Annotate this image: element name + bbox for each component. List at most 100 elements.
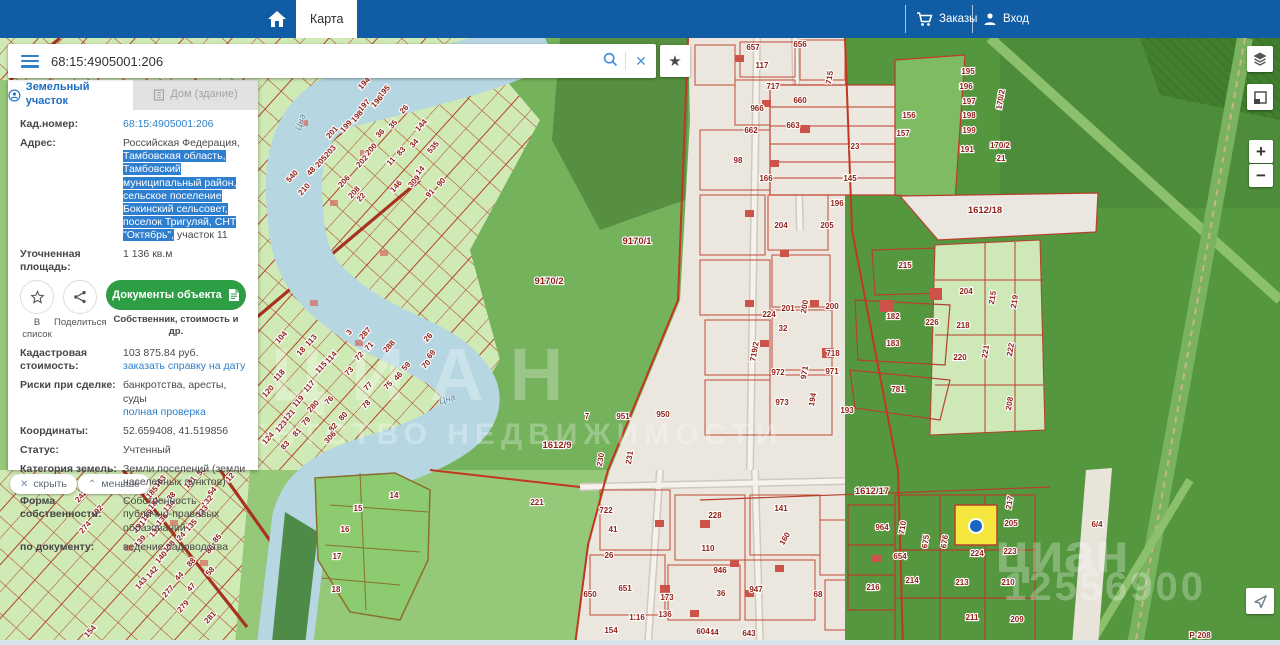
address-highlighted: Тамбовская область, Тамбовский муниципал… — [123, 150, 236, 241]
menu-icon[interactable] — [21, 55, 39, 68]
parcel-label: 157 — [896, 129, 910, 138]
tab-house-label: Дом (здание) — [170, 88, 237, 102]
selected-parcel-marker — [969, 519, 983, 533]
parcel-label: 191 — [960, 145, 974, 154]
parcel-label: 210 — [1001, 578, 1015, 587]
parcel-label: 1612/17 — [855, 486, 889, 497]
parcel-label: 966 — [750, 104, 764, 113]
parcel-label: 1612/9 — [542, 440, 571, 451]
parcel-label: 946 — [713, 566, 727, 575]
parcel-label: 218 — [956, 321, 970, 330]
parcel-label: 950 — [656, 410, 670, 419]
parcel-label: 947 — [749, 585, 763, 594]
parcel-label: 215 — [898, 261, 912, 270]
zoom-in-button[interactable]: + — [1249, 140, 1273, 163]
layers-button[interactable] — [1247, 46, 1273, 72]
kad-number-row: Кад.номер: 68:15:4905001:206 — [20, 118, 246, 131]
parcel-label: 226 — [925, 318, 939, 327]
order-certificate-link[interactable]: заказать справку на дату — [123, 360, 246, 373]
parcel-label: 197 — [962, 97, 976, 106]
search-bar[interactable]: 68:15:4905001:206 ✕ — [8, 44, 656, 78]
parcel-label: 26 — [605, 551, 614, 560]
parcel-label: 221 — [530, 498, 544, 507]
panel-actions: В список Поделиться Документы объекта Со… — [20, 280, 246, 341]
person-icon — [8, 89, 21, 102]
parcel-label: 1.16 — [629, 613, 645, 622]
detail-row: Риски при сделке: банкротства, аресты, с… — [20, 379, 246, 418]
parcel-label: 964 — [875, 523, 889, 532]
parcel-label: 663 — [786, 121, 800, 130]
parcel-label: 662 — [744, 126, 758, 135]
zoom-out-button[interactable]: − — [1249, 164, 1273, 187]
parcel-label: 643 — [742, 629, 756, 638]
tab-house-building[interactable]: Дом (здание) — [133, 80, 258, 110]
parcel-label: 18 — [332, 585, 341, 594]
login-label: Вход — [1003, 13, 1029, 25]
parcel-label: 183 — [886, 339, 900, 348]
parcel-label: 200 — [825, 302, 839, 311]
kad-number-link[interactable]: 68:15:4905001:206 — [123, 118, 246, 131]
parcel-label: 951 — [616, 412, 630, 421]
detail-row: Форма собственности: Собственность публи… — [20, 495, 246, 534]
add-to-list-button[interactable]: В список — [20, 280, 54, 341]
address-row: Адрес: Российская Федерация, Тамбовская … — [20, 137, 246, 242]
parcel-label: 224 — [970, 549, 984, 558]
parcel-label: 173 — [660, 593, 674, 602]
parcel-label: 156 — [902, 111, 916, 120]
measure-area-button[interactable] — [1247, 84, 1273, 110]
parcel-label: 198 — [962, 111, 976, 120]
tab-map[interactable]: Карта — [296, 0, 357, 38]
parcel-label: 656 — [793, 40, 807, 49]
parcel-label: 32 — [779, 324, 788, 333]
parcel-label: 196 — [830, 199, 844, 208]
parcel-label: 21 — [997, 154, 1006, 163]
detail-row: Категория земель: Земли поселений (земли… — [20, 463, 246, 489]
orders-button[interactable]: Заказы — [916, 0, 977, 38]
full-check-link[interactable]: полная проверка — [123, 406, 246, 419]
parcel-label: 213 — [955, 578, 969, 587]
search-icon[interactable] — [595, 52, 625, 70]
login-button[interactable]: Вход — [983, 0, 1029, 38]
user-icon — [983, 12, 997, 26]
detail-row: Статус: Учтенный — [20, 444, 246, 457]
parcel-label: 973 — [775, 398, 789, 407]
bottom-strip — [0, 640, 1280, 645]
parcel-label: 1612/18 — [968, 205, 1002, 216]
search-input[interactable]: 68:15:4905001:206 — [51, 54, 595, 69]
clear-search-icon[interactable]: ✕ — [626, 53, 656, 70]
tab-land-parcel[interactable]: Земельный участок — [8, 80, 133, 110]
documents-block: Документы объекта Собственник, стоимость… — [106, 280, 246, 338]
share-icon — [63, 280, 97, 314]
parcel-label: 717 — [766, 82, 780, 91]
parcel-label: 7 — [585, 412, 590, 421]
locate-me-button[interactable] — [1246, 588, 1274, 614]
document-icon — [228, 288, 240, 302]
parcel-label: 195 — [961, 67, 975, 76]
parcel-label: 718 — [826, 349, 840, 358]
parcel-label: 604 — [696, 627, 710, 636]
parcel-label: 211 — [966, 613, 979, 622]
parcel-label: 651 — [618, 584, 632, 593]
parcel-label: 220 — [953, 353, 967, 362]
parcel-label: 36 — [717, 589, 726, 598]
parcel-label: 41 — [609, 525, 618, 534]
share-button[interactable]: Поделиться — [54, 280, 106, 329]
parcel-label: 654 — [893, 552, 907, 561]
parcel-label: 204 — [959, 287, 973, 296]
documents-caption: Собственник, стоимость и др. — [106, 314, 246, 338]
object-documents-button[interactable]: Документы объекта — [106, 280, 246, 310]
parcel-label: 781 — [891, 385, 905, 394]
parcel-label: 170/2 — [990, 141, 1011, 150]
favorite-star-button[interactable]: ★ — [660, 45, 690, 77]
parcel-label: 23 — [851, 142, 860, 151]
home-button[interactable] — [260, 0, 294, 38]
parcel-label: 110 — [702, 544, 715, 553]
parcel-label: 228 — [708, 511, 722, 520]
parcel-label: 722 — [599, 506, 613, 515]
parcel-label: 9170/1 — [622, 236, 652, 247]
parcel-info-panel: Земельный участок Дом (здание) Кад.номер… — [8, 80, 258, 470]
address-label: Адрес: — [20, 137, 123, 242]
parcel-170-2 — [895, 55, 965, 200]
parcel-label: 971 — [825, 367, 839, 376]
parcel-label: 201 — [781, 304, 795, 313]
